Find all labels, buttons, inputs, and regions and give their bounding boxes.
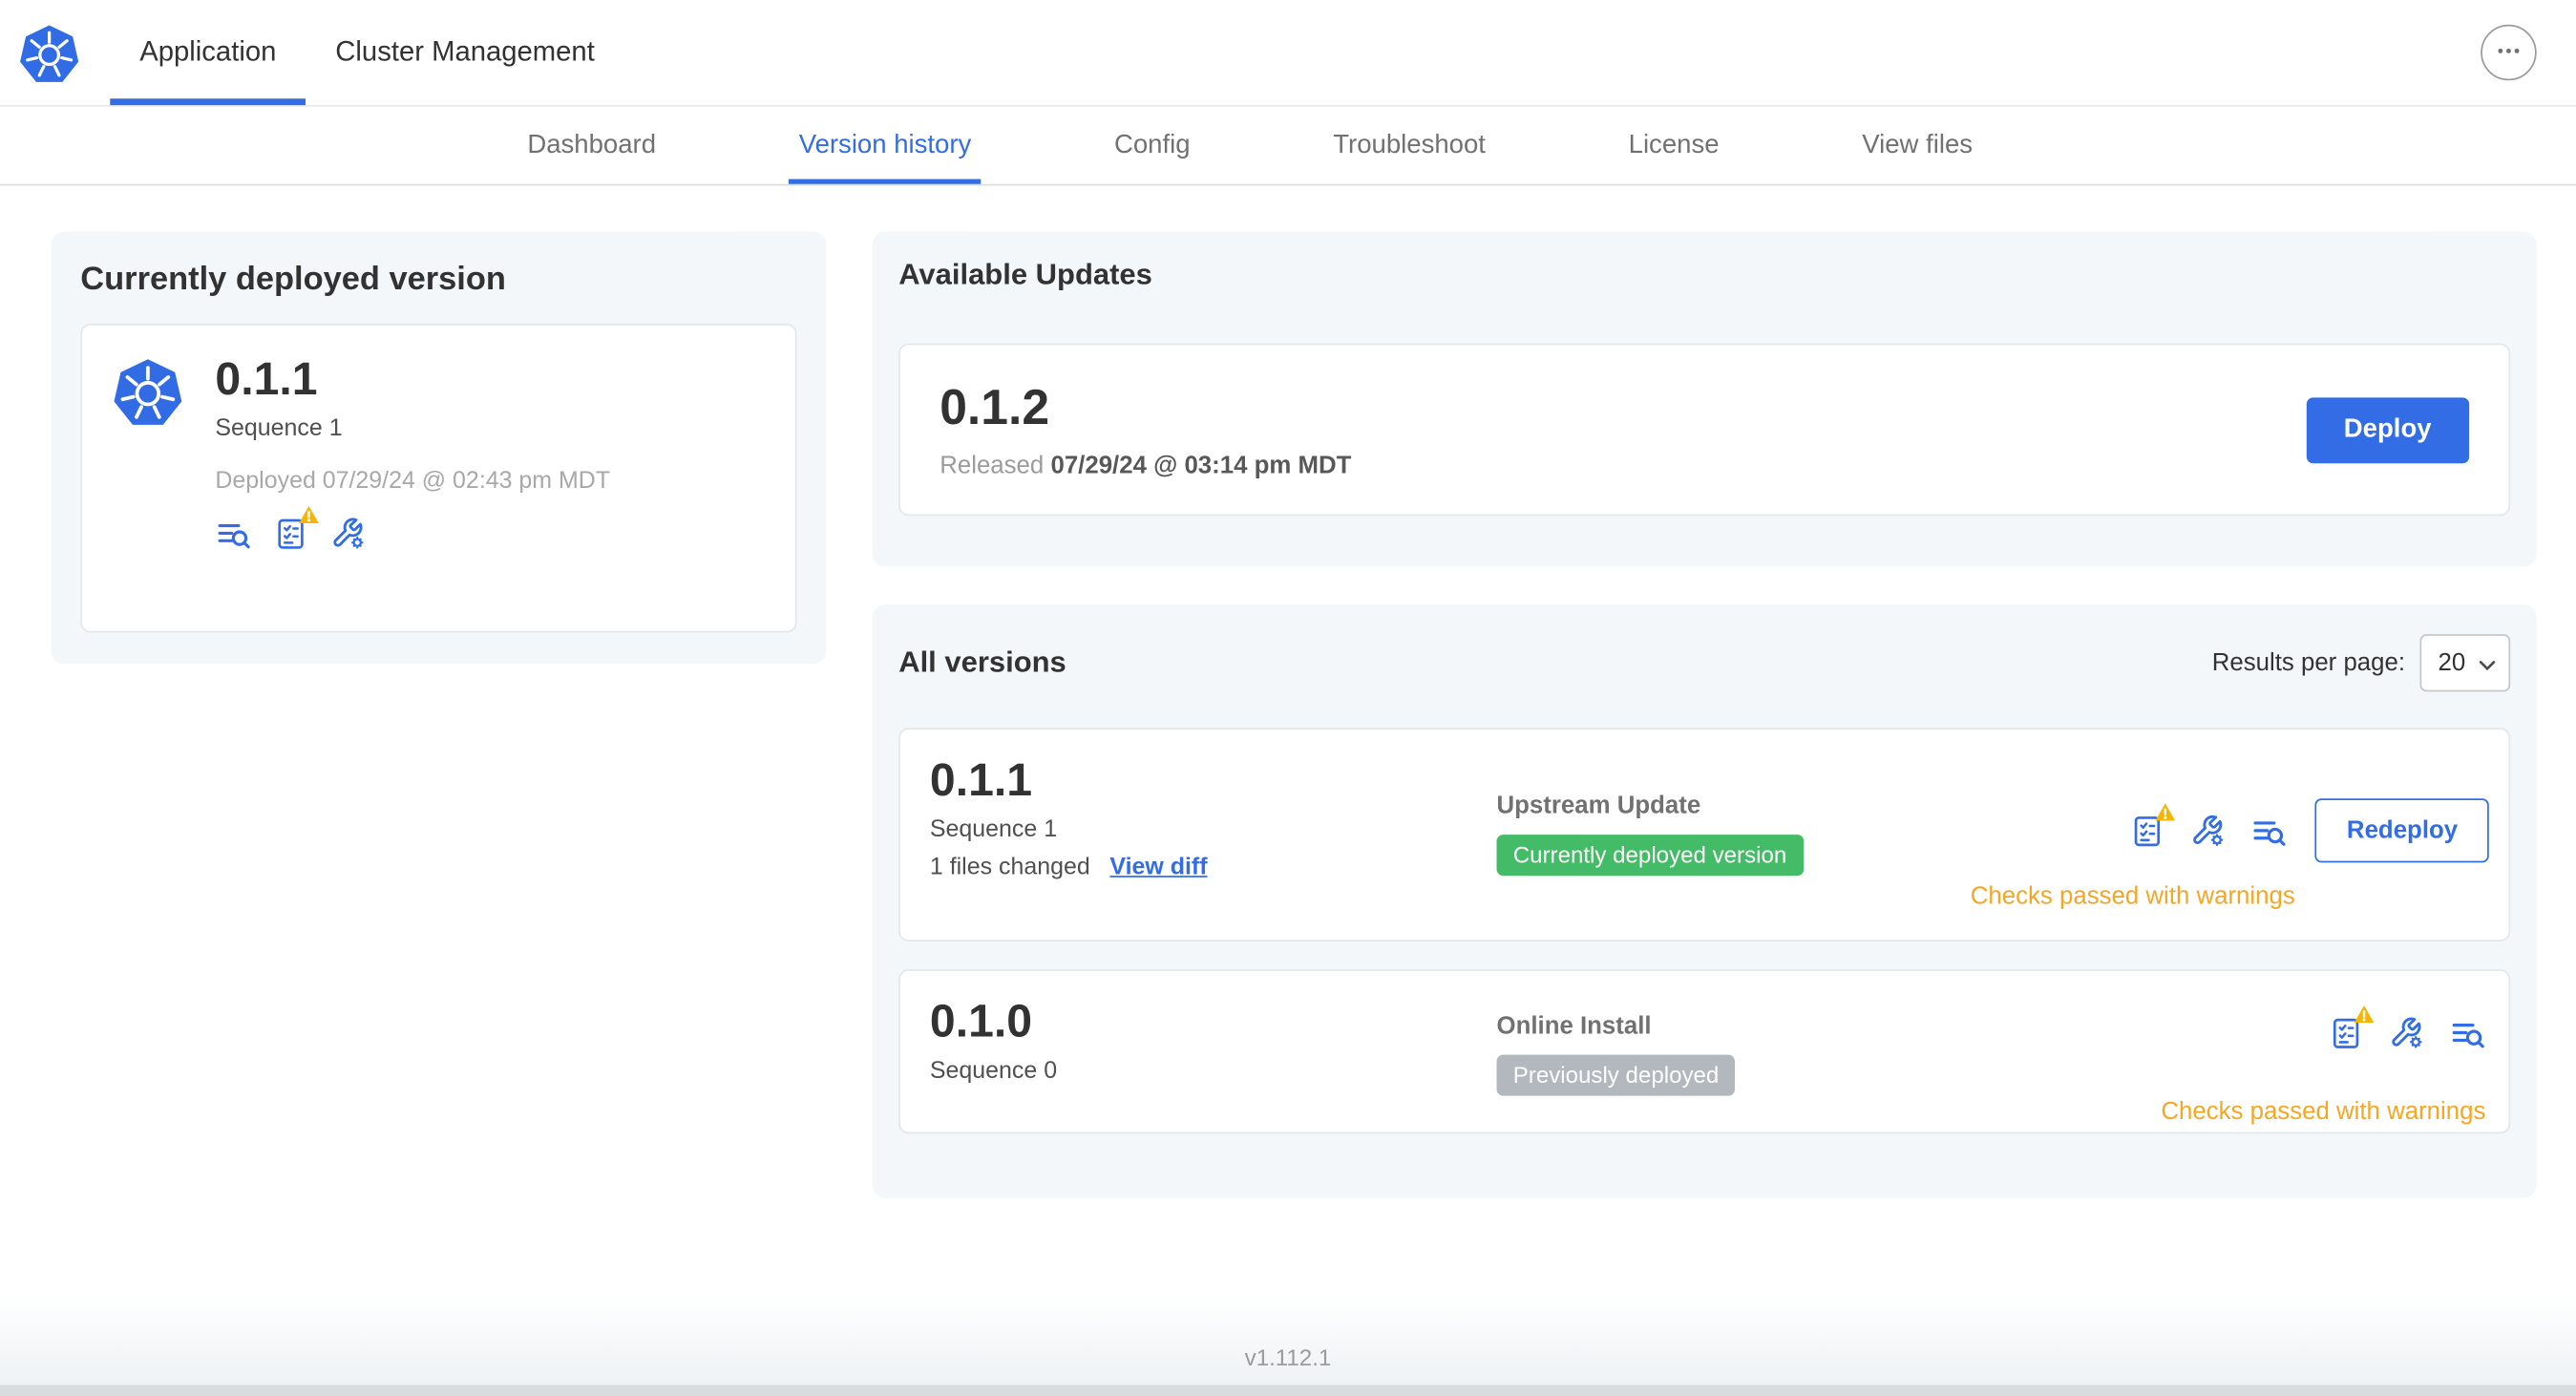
- available-updates-card: Available Updates 0.1.2 Released 07/29/2…: [872, 231, 2537, 567]
- version-row: 0.1.1 Sequence 1 1 files changed View di…: [898, 728, 2511, 941]
- bottom-edge-strip: [0, 1385, 2576, 1396]
- tab-view-files[interactable]: View files: [1852, 107, 1982, 184]
- all-versions-title: All versions: [898, 645, 1066, 678]
- results-per-page-label: Results per page:: [2211, 647, 2406, 677]
- warning-triangle-icon: [2155, 801, 2178, 822]
- app-icon-kubernetes: [112, 355, 184, 431]
- deploy-button[interactable]: Deploy: [2306, 396, 2470, 463]
- preflight-checks-icon[interactable]: [2328, 1004, 2375, 1051]
- all-versions-card: All versions Results per page: 20 0.1.1 …: [872, 604, 2537, 1198]
- footer: v1.112.1: [0, 1294, 2576, 1385]
- more-menu-button[interactable]: [2481, 24, 2537, 81]
- version-source: Upstream Update: [1496, 792, 1701, 820]
- status-badge: Previously deployed: [1496, 1054, 1736, 1096]
- deploy-logs-icon[interactable]: [2251, 813, 2288, 849]
- kubernetes-logo: [18, 21, 80, 87]
- deployed-version-number: 0.1.1: [215, 352, 318, 405]
- version-source: Online Install: [1496, 1011, 1652, 1041]
- preflight-checks-icon[interactable]: [273, 504, 321, 552]
- files-changed: 1 files changed: [929, 854, 1090, 880]
- edit-config-icon[interactable]: [330, 516, 367, 552]
- app-header: Application Cluster Management: [0, 0, 2576, 107]
- header-tab-application[interactable]: Application: [110, 0, 306, 106]
- released-prefix: Released: [940, 451, 1045, 479]
- edit-config-icon[interactable]: [2190, 813, 2227, 849]
- results-per-page-value: 20: [2438, 647, 2466, 677]
- redeploy-button[interactable]: Redeploy: [2315, 798, 2489, 863]
- status-badge: Currently deployed version: [1496, 835, 1804, 877]
- deployed-version-card: 0.1.1 Sequence 1 Deployed 07/29/24 @ 02:…: [80, 323, 797, 633]
- available-updates-title: Available Updates: [898, 258, 1152, 291]
- deployed-timestamp: Deployed 07/29/24 @ 02:43 pm MDT: [215, 468, 611, 495]
- header-tab-label: Application: [139, 35, 277, 68]
- preflight-checks-icon[interactable]: [2130, 801, 2178, 849]
- results-per-page-select[interactable]: 20: [2419, 633, 2511, 691]
- more-menu-icon: [2492, 33, 2524, 72]
- view-diff-link[interactable]: View diff: [1109, 854, 1207, 880]
- warning-triangle-icon: [2353, 1004, 2375, 1025]
- update-version-number: 0.1.2: [940, 380, 1050, 435]
- app-root: Application Cluster Management Dashboard…: [0, 0, 2576, 1396]
- edit-config-icon[interactable]: [2389, 1015, 2425, 1051]
- tab-license[interactable]: License: [1618, 107, 1729, 184]
- checks-status-text: Checks passed with warnings: [2161, 1097, 2486, 1126]
- update-row: 0.1.2 Released 07/29/24 @ 03:14 pm MDT D…: [898, 343, 2511, 517]
- deploy-logs-icon[interactable]: [2450, 1015, 2486, 1051]
- tab-troubleshoot[interactable]: Troubleshoot: [1323, 107, 1495, 184]
- tab-dashboard[interactable]: Dashboard: [517, 107, 665, 184]
- version-row: 0.1.0 Sequence 0 Online Install Previous…: [898, 969, 2511, 1134]
- header-tab-label: Cluster Management: [335, 35, 595, 68]
- update-released-line: Released 07/29/24 @ 03:14 pm MDT: [940, 451, 1351, 478]
- console-version: v1.112.1: [1244, 1343, 1332, 1371]
- deployed-sequence: Sequence 1: [215, 414, 343, 442]
- header-tab-cluster-management[interactable]: Cluster Management: [306, 0, 623, 105]
- currently-deployed-card: Currently deployed version 0.1.1 Sequenc…: [51, 231, 827, 665]
- currently-deployed-title: Currently deployed version: [80, 261, 506, 298]
- chevron-down-icon: [2479, 648, 2496, 676]
- released-date: 07/29/24 @ 03:14 pm MDT: [1050, 451, 1352, 479]
- app-sub-nav: Dashboard Version history Config Trouble…: [0, 106, 2576, 186]
- tab-config[interactable]: Config: [1105, 107, 1200, 184]
- warning-triangle-icon: [297, 504, 321, 525]
- deploy-logs-icon[interactable]: [215, 516, 251, 552]
- checks-status-text: Checks passed with warnings: [1970, 881, 2295, 911]
- tab-version-history[interactable]: Version history: [789, 107, 982, 184]
